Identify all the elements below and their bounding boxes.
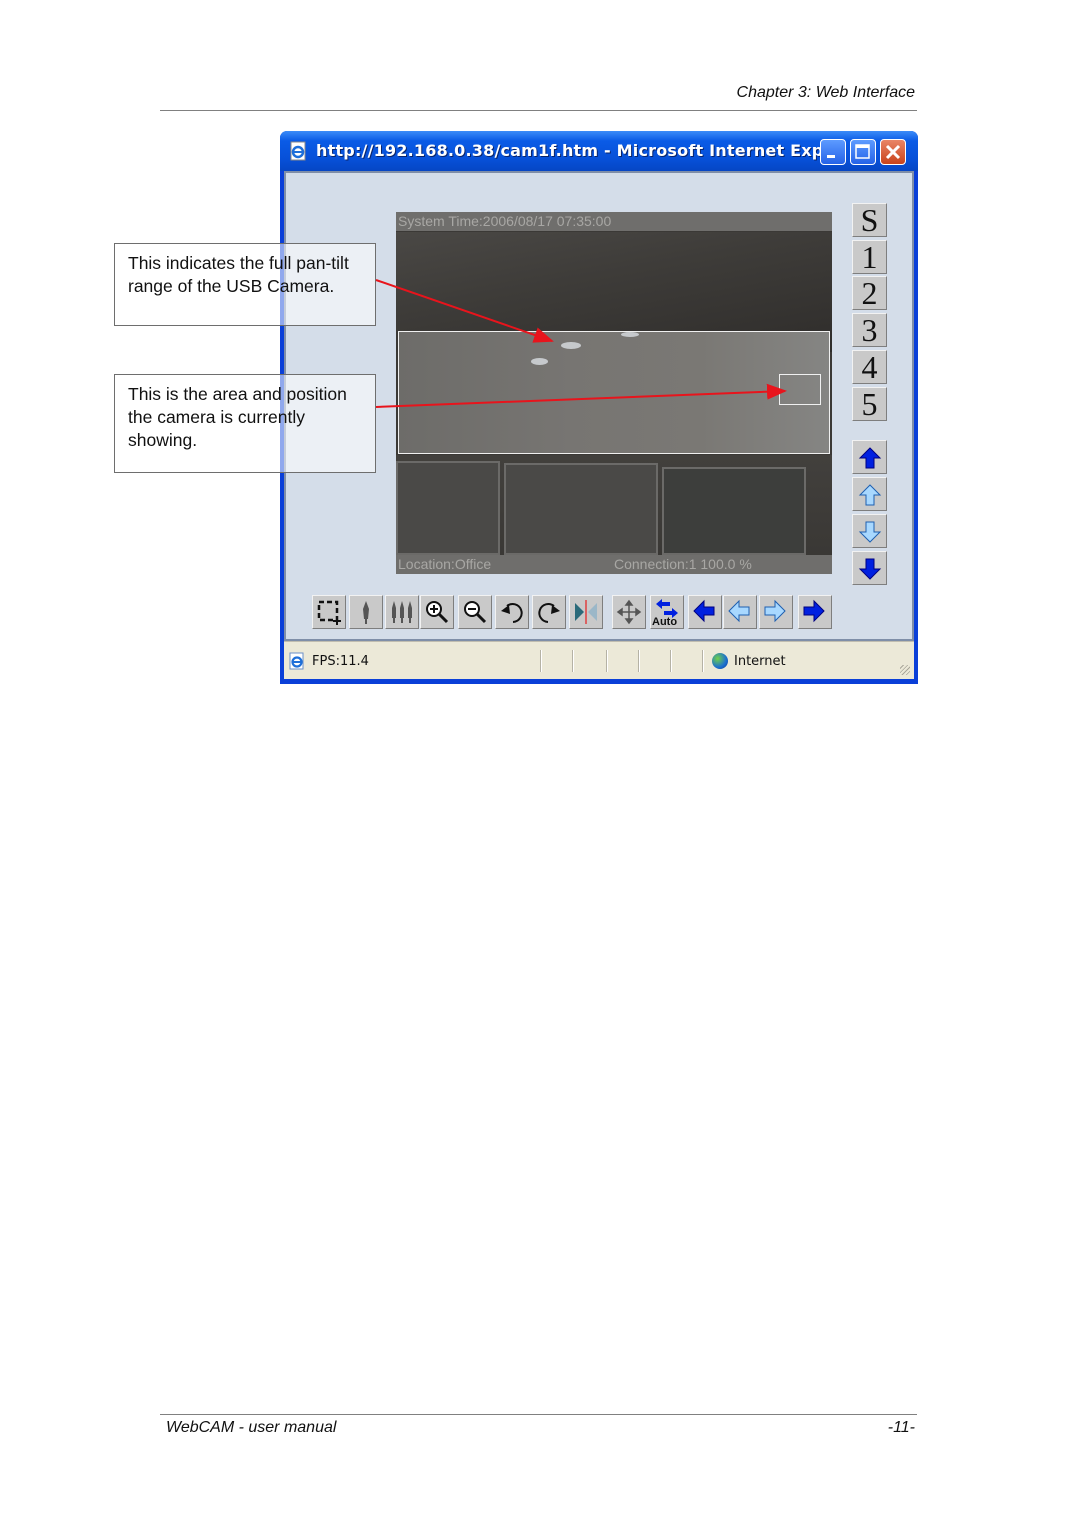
multi-view-button[interactable]: [385, 595, 419, 629]
fps-readout: FPS:11.4: [312, 654, 369, 669]
video-ceiling-light: [531, 358, 548, 365]
status-divider: [638, 650, 640, 672]
mirror-button[interactable]: [569, 595, 603, 629]
zoom-in-button[interactable]: [420, 595, 454, 629]
center-button[interactable]: [612, 595, 646, 629]
video-ceiling-light: [561, 342, 581, 349]
status-divider: [606, 650, 608, 672]
osd-system-time: System Time:2006/08/17 07:35:00: [396, 212, 832, 231]
osd-time-text: System Time:2006/08/17 07:35:00: [398, 213, 612, 229]
zoom-out-button[interactable]: [458, 595, 492, 629]
window-title: http://192.168.0.38/cam1f.htm - Microsof…: [316, 141, 843, 160]
status-divider: [670, 650, 672, 672]
pan-left-step-button[interactable]: [723, 595, 757, 629]
preset-button-5[interactable]: 5: [852, 386, 887, 421]
page-number: -11-: [887, 1419, 915, 1436]
globe-icon: [712, 653, 728, 669]
security-zone: Internet: [734, 654, 786, 669]
video-ceiling-light: [621, 332, 639, 337]
current-view-box[interactable]: [779, 374, 821, 405]
resize-grip[interactable]: [900, 665, 910, 675]
close-icon: [885, 144, 901, 160]
status-bar: FPS:11.4 Internet: [284, 641, 914, 679]
minimize-button[interactable]: [820, 139, 846, 165]
video-image-panel: [504, 463, 658, 555]
single-view-button[interactable]: [349, 595, 383, 629]
auto-pan-button[interactable]: Auto: [650, 595, 684, 629]
auto-label: Auto: [652, 616, 678, 628]
page-header: Chapter 3: Web Interface: [160, 84, 917, 111]
video-image-desks: [396, 455, 832, 555]
preset-button-1[interactable]: 1: [852, 239, 887, 274]
status-divider: [702, 650, 704, 672]
callout-pan-tilt-range: This indicates the full pan-tilt range o…: [114, 243, 376, 326]
rotate-right-button[interactable]: [532, 595, 566, 629]
tilt-down-step-button[interactable]: [852, 514, 887, 548]
ie-icon: [290, 141, 306, 161]
pan-tilt-range-box[interactable]: [398, 331, 830, 454]
video-image-panel: [396, 461, 500, 555]
status-divider: [540, 650, 542, 672]
callout-current-view: This is the area and position the camera…: [114, 374, 376, 473]
pan-right-fast-button[interactable]: [798, 595, 832, 629]
manual-title: WebCAM - user manual: [166, 1419, 337, 1436]
title-bar[interactable]: http://192.168.0.38/cam1f.htm - Microsof…: [280, 131, 918, 171]
tilt-down-fast-button[interactable]: [852, 551, 887, 585]
preset-button-4[interactable]: 4: [852, 349, 887, 384]
pan-right-step-button[interactable]: [759, 595, 793, 629]
tilt-up-fast-button[interactable]: [852, 440, 887, 474]
tilt-up-step-button[interactable]: [852, 477, 887, 511]
preset-button-2[interactable]: 2: [852, 276, 887, 311]
osd-location: Location:Office: [398, 556, 492, 572]
osd-status: Location:Office Connection:1 100.0 %: [396, 555, 832, 574]
maximize-button[interactable]: [850, 139, 876, 165]
select-area-button[interactable]: [312, 595, 346, 629]
rotate-left-button[interactable]: [495, 595, 529, 629]
preset-button-3[interactable]: 3: [852, 313, 887, 348]
video-image-panel: [662, 467, 806, 555]
preset-button-s[interactable]: S: [852, 203, 887, 237]
maximize-icon: [855, 144, 870, 159]
page-footer: WebCAM - user manual -11-: [160, 1414, 917, 1445]
status-divider: [572, 650, 574, 672]
pan-left-fast-button[interactable]: [688, 595, 722, 629]
page-icon: [289, 652, 304, 670]
close-button[interactable]: [880, 139, 906, 165]
osd-connection: Connection:1 100.0 %: [614, 556, 752, 572]
minimize-icon: [827, 155, 835, 158]
chapter-title: Chapter 3: Web Interface: [736, 84, 915, 101]
